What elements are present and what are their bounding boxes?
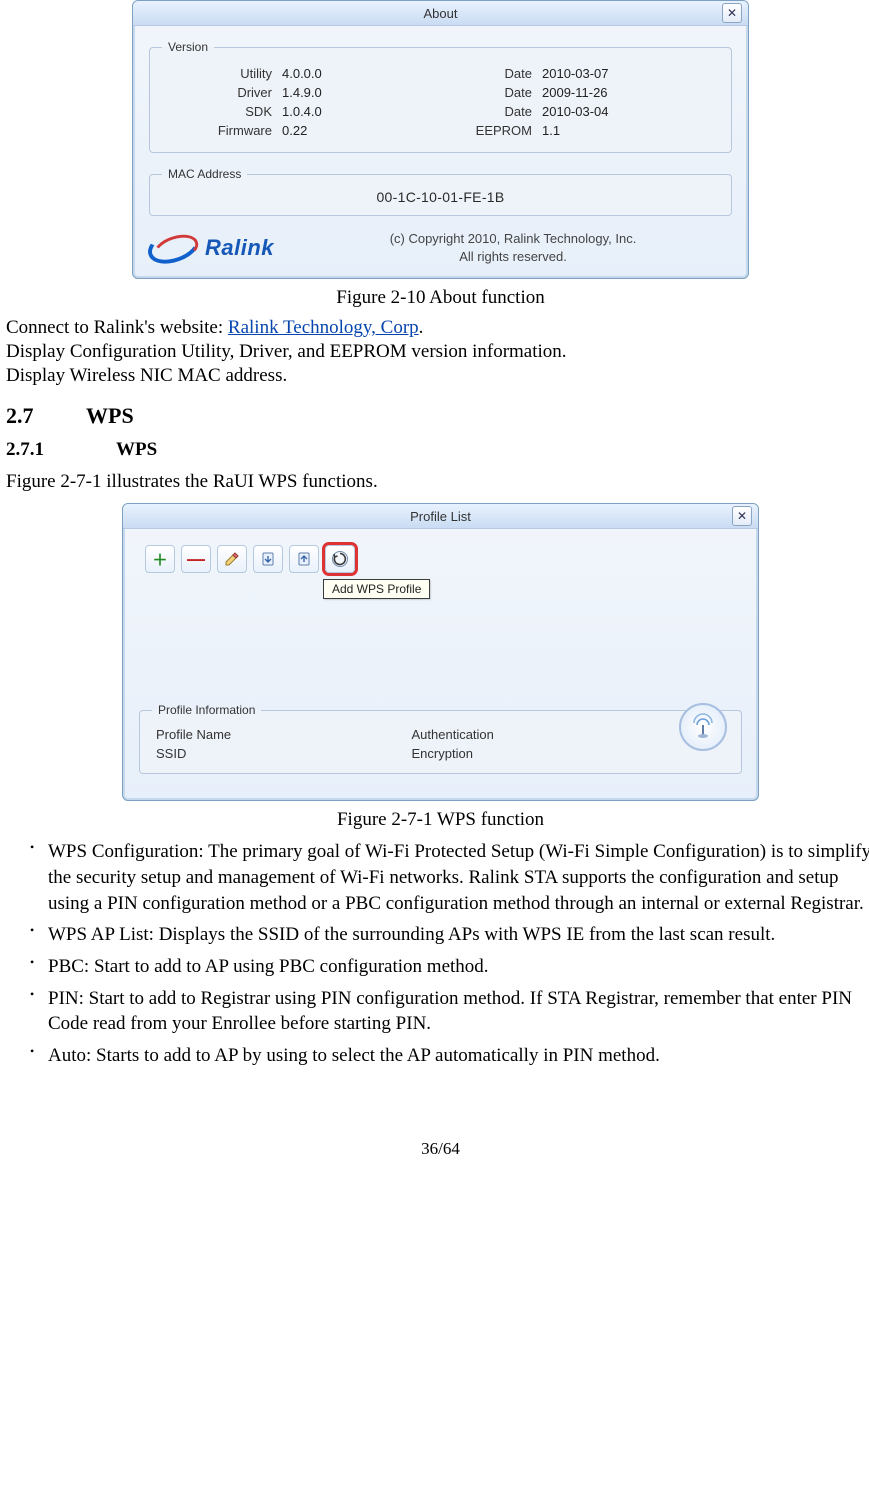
label-ssid: SSID (156, 746, 412, 761)
value-driver: 1.4.9.0 (282, 85, 412, 100)
subsection-num: 2.7.1 (6, 439, 116, 461)
copyright-line2: All rights reserved. (292, 248, 734, 266)
list-item: PIN: Start to add to Registrar using PIN… (30, 986, 869, 1037)
section-title: WPS (86, 403, 134, 428)
close-icon[interactable]: ✕ (722, 3, 742, 23)
connect-prefix: Connect to Ralink's website: (6, 317, 228, 338)
profile-info-row: SSID Encryption (152, 744, 671, 763)
list-item: Auto: Starts to add to AP by using to se… (30, 1043, 869, 1069)
ralink-link[interactable]: Ralink Technology, Corp (228, 317, 419, 338)
about-dialog: About ✕ Version Utility 4.0.0.0 Date 201… (132, 0, 749, 279)
profile-list-dialog: Profile List ✕ ＋ — Add WPS Profile (122, 503, 759, 801)
file-in-icon (260, 551, 276, 567)
wps-refresh-icon (331, 550, 349, 568)
import-button[interactable] (253, 545, 283, 573)
about-titlebar: About ✕ (133, 1, 748, 26)
profile-info-legend: Profile Information (152, 703, 261, 717)
list-item: PBC: Start to add to AP using PBC config… (30, 954, 869, 980)
body-line-3: Display Wireless NIC MAC address. (6, 365, 869, 387)
label-firmware: Firmware (162, 123, 272, 138)
value-eeprom: 1.1 (542, 123, 672, 138)
list-item: WPS AP List: Displays the SSID of the su… (30, 922, 869, 948)
version-row: Firmware 0.22 EEPROM 1.1 (162, 123, 719, 138)
value-date: 2010-03-04 (542, 104, 672, 119)
profile-title: Profile List (129, 509, 752, 524)
about-title: About (139, 6, 742, 21)
ralink-logo: Ralink (147, 232, 278, 264)
label-utility: Utility (162, 66, 272, 81)
label-eeprom: EEPROM (422, 123, 532, 138)
version-group: Version Utility 4.0.0.0 Date 2010-03-07 … (149, 40, 732, 153)
profile-info-row: Profile Name Authentication (152, 725, 671, 744)
body-line-2: Display Configuration Utility, Driver, a… (6, 341, 869, 363)
mac-legend: MAC Address (162, 167, 247, 181)
version-row: SDK 1.0.4.0 Date 2010-03-04 (162, 104, 719, 119)
label-profile-name: Profile Name (156, 727, 412, 742)
profile-info-group: Profile Information Profile Name Authent… (139, 703, 742, 774)
file-out-icon (296, 551, 312, 567)
intro-271: Figure 2-7-1 illustrates the RaUI WPS fu… (6, 471, 869, 493)
figure-caption-about: Figure 2-10 About function (6, 287, 869, 309)
mac-value: 00-1C-10-01-FE-1B (162, 189, 719, 205)
connect-suffix: . (419, 317, 424, 338)
body-line-connect: Connect to Ralink's website: Ralink Tech… (6, 317, 869, 339)
ralink-wordmark: Ralink (205, 235, 274, 261)
signal-icon (679, 703, 727, 751)
wps-tooltip: Add WPS Profile (323, 579, 430, 599)
value-date: 2009-11-26 (542, 85, 672, 100)
value-date: 2010-03-07 (542, 66, 672, 81)
add-button[interactable]: ＋ (145, 545, 175, 573)
section-2-7: 2.7WPS (6, 403, 869, 429)
profile-titlebar: Profile List ✕ (123, 504, 758, 529)
ralink-swoosh-icon (151, 234, 199, 262)
value-sdk: 1.0.4.0 (282, 104, 412, 119)
version-row: Utility 4.0.0.0 Date 2010-03-07 (162, 66, 719, 81)
close-icon[interactable]: ✕ (732, 506, 752, 526)
label-driver: Driver (162, 85, 272, 100)
page-number: 36/64 (6, 1139, 869, 1159)
label-encryption: Encryption (412, 746, 668, 761)
label-sdk: SDK (162, 104, 272, 119)
label-date: Date (422, 85, 532, 100)
bullet-list: WPS Configuration: The primary goal of W… (6, 839, 869, 1068)
value-utility: 4.0.0.0 (282, 66, 412, 81)
version-row: Driver 1.4.9.0 Date 2009-11-26 (162, 85, 719, 100)
profile-list-area (137, 583, 744, 693)
wps-button[interactable] (325, 545, 355, 573)
figure-caption-wps: Figure 2-7-1 WPS function (6, 809, 869, 831)
label-authentication: Authentication (412, 727, 668, 742)
label-date: Date (422, 104, 532, 119)
copyright-line1: (c) Copyright 2010, Ralink Technology, I… (292, 230, 734, 248)
export-button[interactable] (289, 545, 319, 573)
edit-button[interactable] (217, 545, 247, 573)
section-num: 2.7 (6, 403, 86, 429)
pencil-icon (224, 551, 240, 567)
copyright-block: (c) Copyright 2010, Ralink Technology, I… (292, 230, 734, 266)
subsection-title: WPS (116, 439, 157, 460)
remove-button[interactable]: — (181, 545, 211, 573)
label-date: Date (422, 66, 532, 81)
profile-toolbar: ＋ — Add WPS Profile (137, 539, 744, 583)
version-legend: Version (162, 40, 214, 54)
list-item: WPS Configuration: The primary goal of W… (30, 839, 869, 916)
section-2-7-1: 2.7.1WPS (6, 439, 869, 461)
value-firmware: 0.22 (282, 123, 412, 138)
mac-group: MAC Address 00-1C-10-01-FE-1B (149, 167, 732, 216)
